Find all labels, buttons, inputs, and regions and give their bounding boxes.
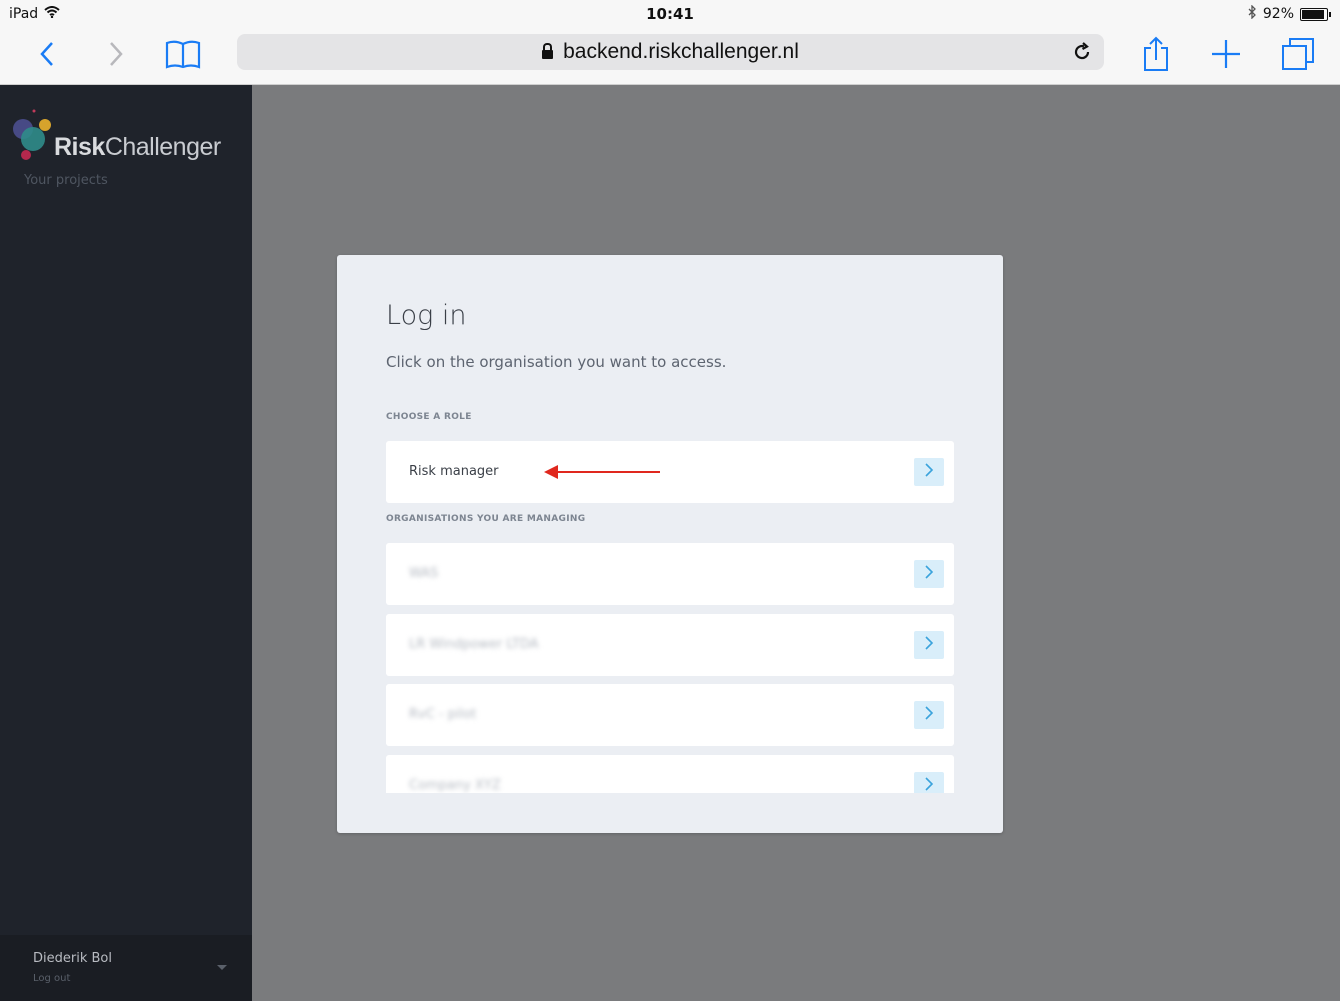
chevron-right-icon	[924, 705, 934, 725]
role-row-risk-manager[interactable]: Risk manager	[386, 441, 954, 503]
forward-button[interactable]	[96, 36, 136, 76]
chevron-right-icon	[924, 564, 934, 584]
chevron-right-icon	[924, 776, 934, 793]
sidebar: RiskChallenger Your projects Diederik Bo…	[0, 85, 252, 1001]
url-text: backend.riskchallenger.nl	[563, 40, 799, 63]
logo-icon	[13, 109, 51, 160]
organisation-select-button[interactable]	[914, 631, 944, 659]
login-subtitle: Click on the organisation you want to ac…	[386, 353, 727, 371]
chevron-right-icon	[924, 635, 934, 655]
status-time: 10:41	[646, 5, 694, 23]
battery-percent: 92%	[1262, 6, 1294, 22]
organisation-name: LR Windpower LTDA	[409, 637, 539, 652]
organisation-select-button[interactable]	[914, 772, 944, 793]
organisation-row[interactable]: Company XYZ	[386, 755, 954, 793]
logout-link[interactable]: Log out	[33, 973, 70, 984]
reload-icon[interactable]	[1070, 40, 1094, 64]
chevron-down-icon[interactable]	[217, 965, 227, 970]
login-card: Log in Click on the organisation you wan…	[337, 255, 1003, 833]
battery-icon	[1300, 7, 1331, 21]
tabs-icon	[1281, 37, 1315, 75]
annotation-arrow	[544, 465, 660, 479]
organisation-name: WAS	[409, 566, 439, 581]
brand-logo[interactable]: RiskChallenger	[12, 109, 242, 169]
status-bar: iPad 10:41 92%	[0, 0, 1340, 28]
new-tab-icon	[1211, 39, 1241, 73]
brand-name: RiskChallenger	[54, 133, 221, 162]
tabs-button[interactable]	[1278, 36, 1318, 76]
user-name: Diederik Bol	[33, 951, 112, 966]
forward-icon	[109, 41, 123, 71]
bookmarks-icon	[165, 39, 201, 73]
bluetooth-icon	[1247, 4, 1257, 23]
organisation-list[interactable]: WAS LR Windpower LTDA RvC - pilot Compan…	[337, 543, 1003, 793]
address-bar[interactable]: backend.riskchallenger.nl	[237, 34, 1104, 70]
organisation-row[interactable]: RvC - pilot	[386, 684, 954, 746]
share-icon	[1141, 36, 1171, 76]
back-button[interactable]	[27, 36, 67, 76]
role-select-button[interactable]	[914, 458, 944, 486]
role-label: Risk manager	[409, 464, 499, 479]
back-icon	[40, 41, 54, 71]
bookmarks-button[interactable]	[163, 36, 203, 76]
organisation-row[interactable]: LR Windpower LTDA	[386, 614, 954, 676]
user-menu[interactable]: Diederik Bol Log out	[0, 935, 252, 1001]
browser-toolbar: backend.riskchallenger.nl	[0, 28, 1340, 85]
organisation-select-button[interactable]	[914, 560, 944, 588]
lock-icon	[542, 42, 554, 59]
share-button[interactable]	[1136, 36, 1176, 76]
brand-light: Challenger	[104, 133, 221, 161]
new-tab-button[interactable]	[1206, 36, 1246, 76]
choose-role-label: CHOOSE A ROLE	[386, 412, 472, 422]
status-right: 92%	[1247, 4, 1331, 23]
organisation-row[interactable]: WAS	[386, 543, 954, 605]
chevron-right-icon	[924, 462, 934, 482]
brand-bold: Risk	[54, 133, 105, 161]
organisation-select-button[interactable]	[914, 701, 944, 729]
organisation-name: RvC - pilot	[409, 707, 477, 722]
organisation-name: Company XYZ	[409, 778, 501, 793]
page-title: Log in	[386, 300, 467, 331]
your-projects-link[interactable]: Your projects	[24, 173, 108, 188]
organisations-label: ORGANISATIONS YOU ARE MANAGING	[386, 514, 586, 524]
